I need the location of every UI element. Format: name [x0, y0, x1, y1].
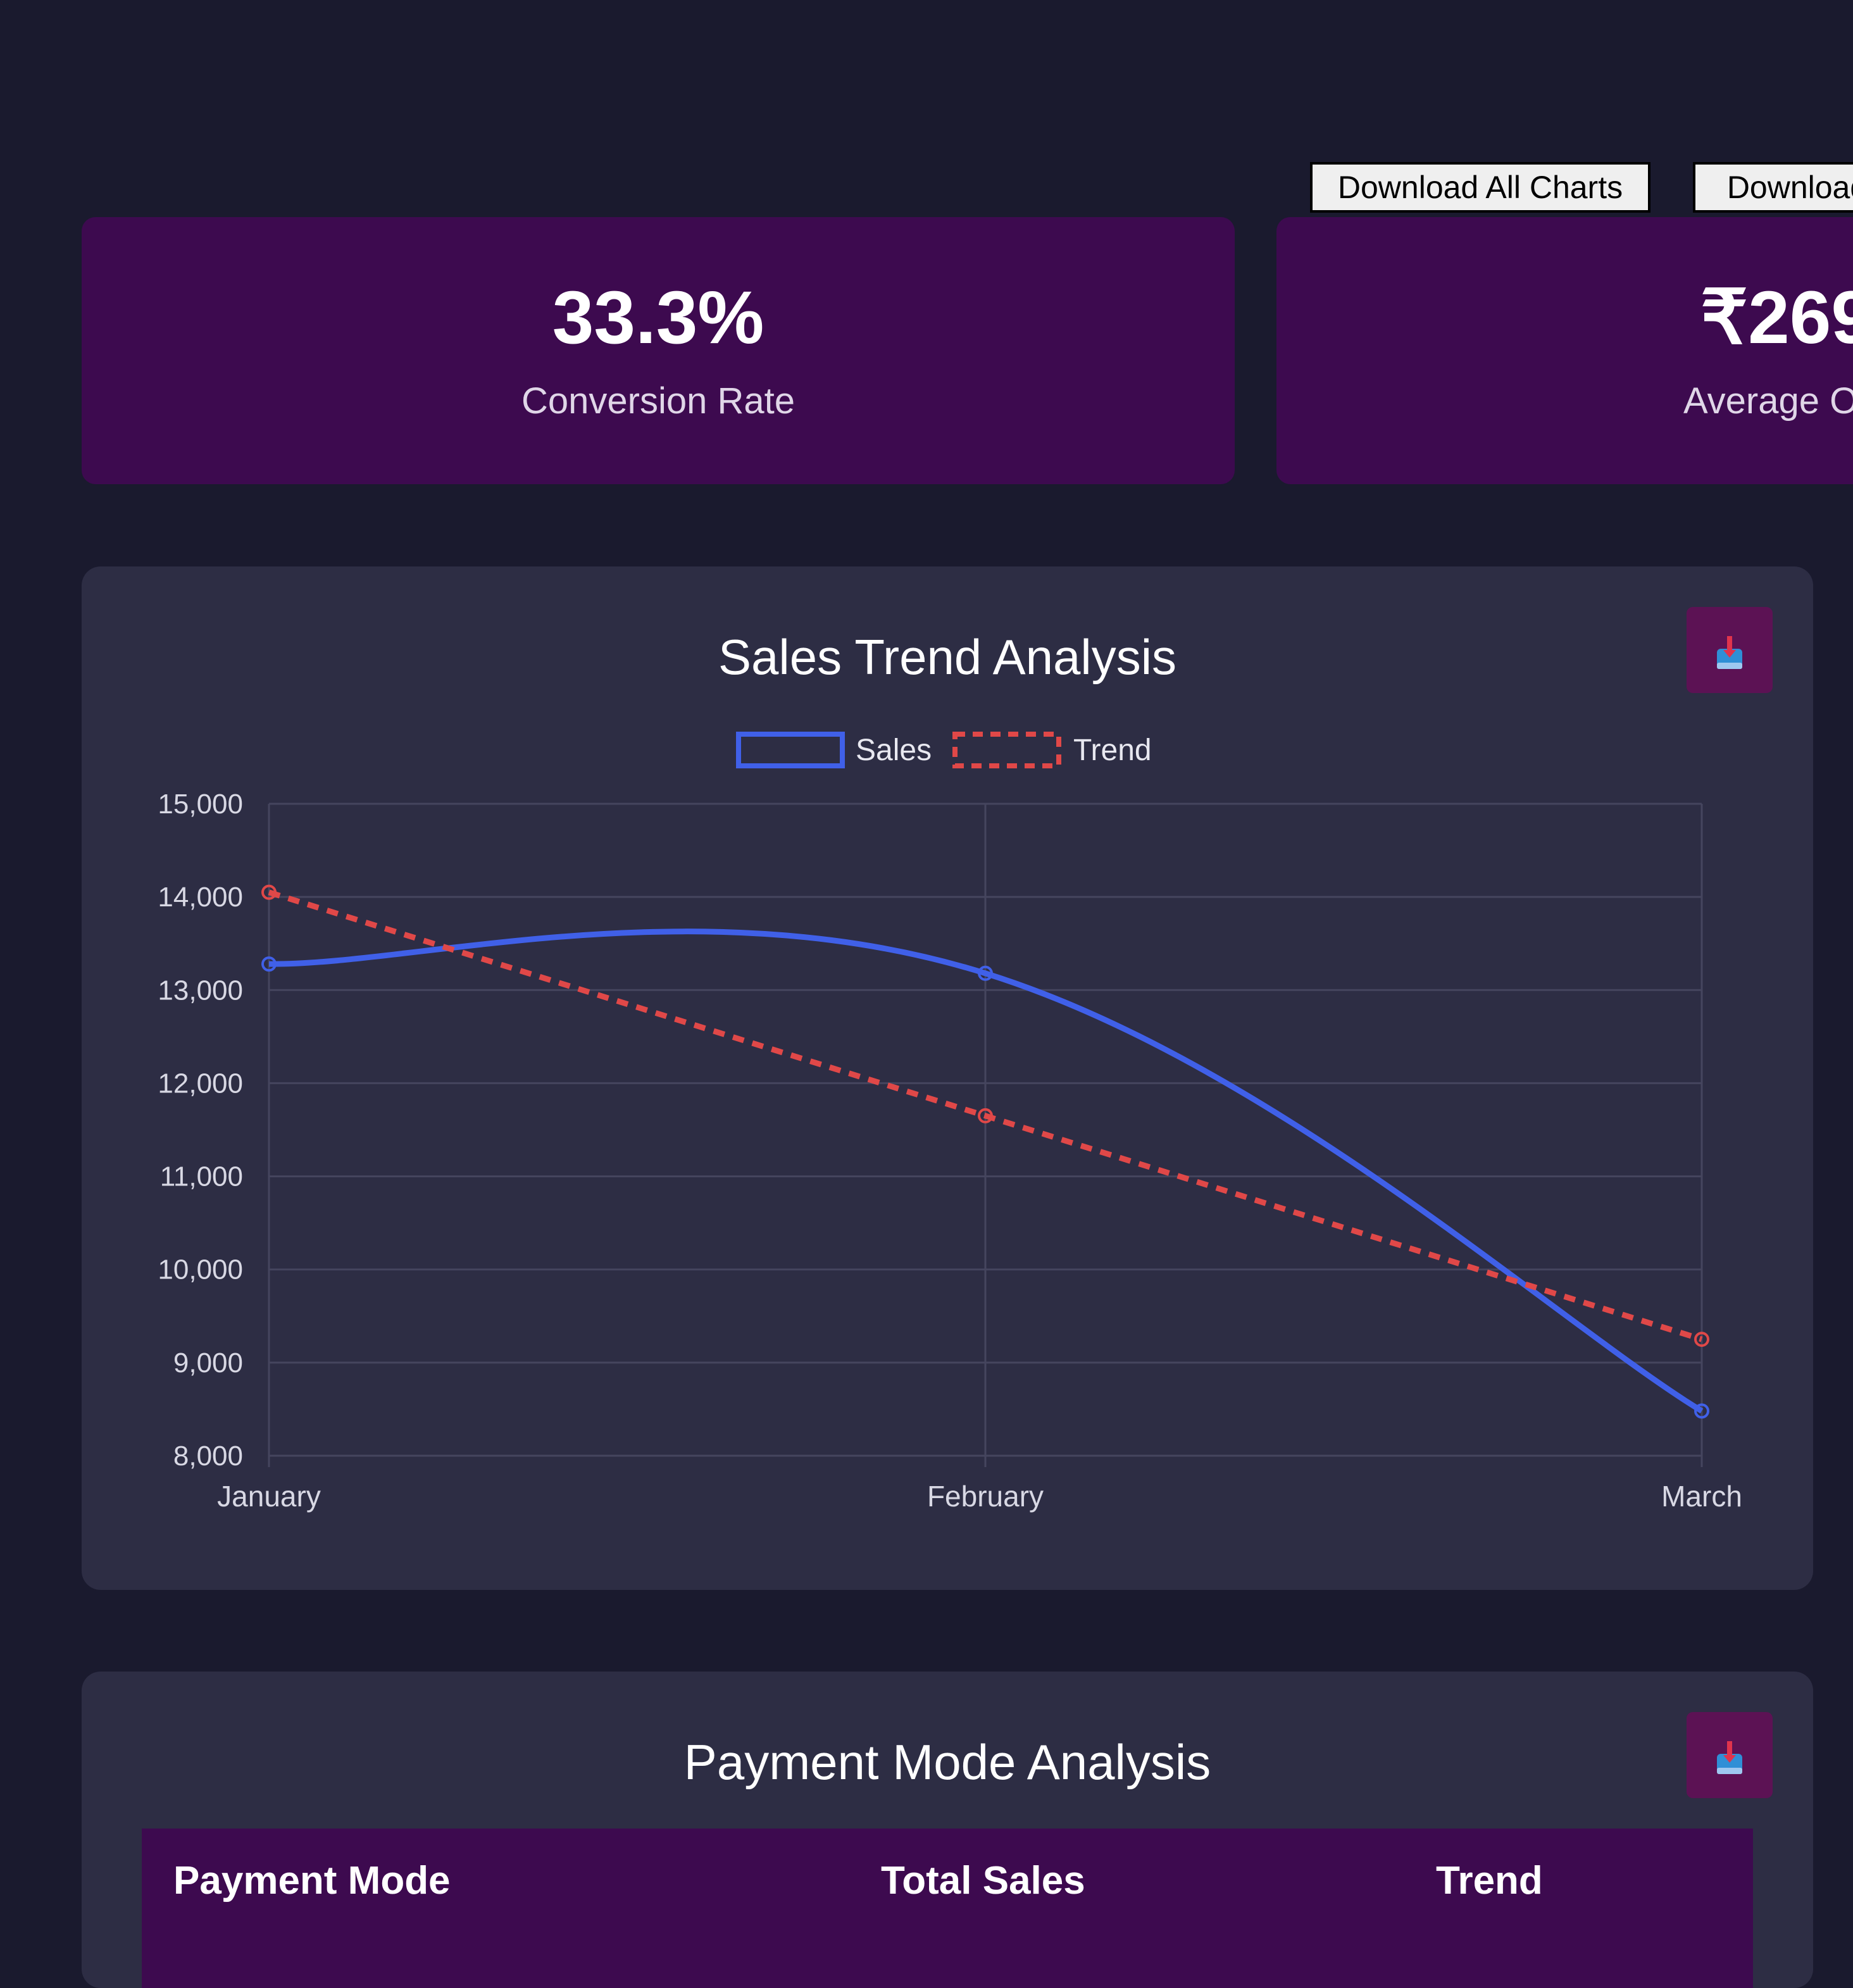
legend-swatch-sales [736, 732, 845, 768]
kpi-label: Conversion Rate [521, 380, 795, 422]
column-header-payment-mode[interactable]: Payment Mode [173, 1861, 451, 1901]
kpi-card-conversion-rate: 33.3% Conversion Rate [82, 217, 1235, 484]
payment-table-header: Payment Mode Total Sales Trend [142, 1829, 1753, 1988]
sales-trend-card: Sales Trend Analysis 8,000 9,000 10,000 11,… [82, 566, 1813, 1590]
card-title: Payment Mode Analysis [683, 1734, 1211, 1790]
legend-label-trend: Trend [1073, 734, 1152, 767]
x-tick-label: February [927, 1480, 1044, 1513]
y-tick-label: 15,000 [158, 789, 243, 820]
y-tick-label: 10,000 [158, 1254, 243, 1285]
legend-swatch-trend [952, 732, 1061, 768]
download-table-button[interactable] [1687, 1712, 1773, 1798]
y-tick-label: 14,000 [158, 882, 243, 913]
kpi-label: Average O [1683, 380, 1853, 422]
legend-label-sales: Sales [856, 734, 932, 767]
y-tick-label: 13,000 [158, 975, 243, 1006]
kpi-value: 33.3% [552, 276, 764, 359]
y-tick-label: 8,000 [173, 1441, 243, 1472]
column-header-trend[interactable]: Trend [1436, 1861, 1543, 1901]
download-all-charts-button[interactable]: Download All Charts [1310, 162, 1650, 213]
kpi-value: ₹269 [1700, 276, 1853, 359]
y-tick-label: 11,000 [160, 1161, 243, 1192]
sales-line-chart: 8,000 9,000 10,000 11,000 12,000 13,000 14,000… [158, 732, 1742, 1513]
x-tick-label: January [217, 1480, 321, 1513]
payment-mode-card: Payment Mode Analysis Payment Mode Total… [82, 1672, 1813, 1988]
download-icon [1717, 1741, 1742, 1774]
y-tick-label: 9,000 [173, 1347, 243, 1378]
download-button[interactable]: Download [1693, 162, 1853, 213]
x-tick-label: March [1661, 1480, 1742, 1513]
kpi-card-average-order: ₹269 Average O [1276, 217, 1853, 484]
column-header-total-sales[interactable]: Total Sales [881, 1861, 1085, 1901]
y-tick-label: 12,000 [158, 1068, 243, 1099]
